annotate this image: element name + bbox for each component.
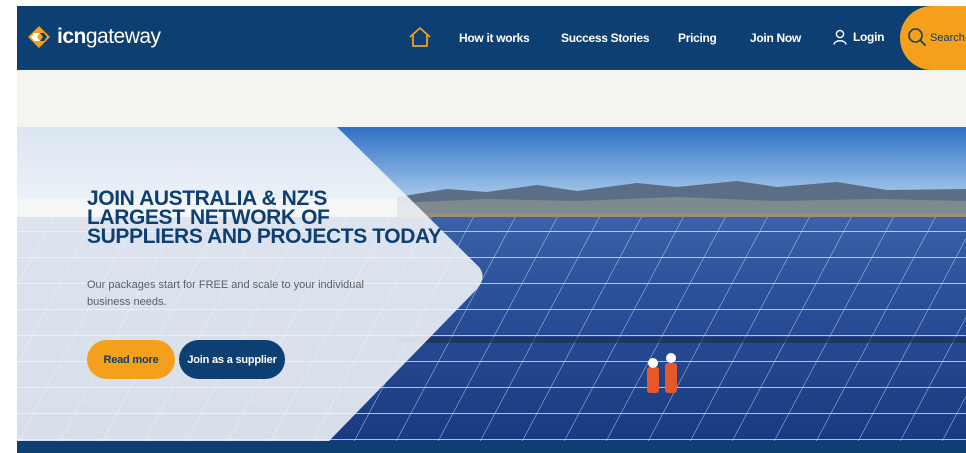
nav-how-it-works[interactable]: How it works xyxy=(459,31,530,45)
icn-gateway-logo[interactable]: icngateway xyxy=(27,25,161,49)
top-navigation: icngateway How it works Success Stories … xyxy=(17,6,966,70)
search-icon xyxy=(908,28,927,47)
user-icon xyxy=(833,29,847,45)
nav-join-now[interactable]: Join Now xyxy=(750,31,801,45)
page-frame: icngateway How it works Success Stories … xyxy=(17,6,966,453)
bottom-band xyxy=(17,441,966,453)
nav-success-stories[interactable]: Success Stories xyxy=(561,31,650,45)
hero-subtitle: Our packages start for FREE and scale to… xyxy=(87,279,364,308)
hero-banner: JOIN AUSTRALIA & NZ'S LARGEST NETWORK OF… xyxy=(17,127,966,441)
logo-wordmark: icngateway xyxy=(57,25,161,48)
search-label: Search xyxy=(930,32,965,44)
read-more-button[interactable]: Read more xyxy=(87,340,175,379)
login-label: Login xyxy=(853,30,885,44)
search-button[interactable]: Search xyxy=(900,6,966,70)
nav-pricing[interactable]: Pricing xyxy=(678,31,717,45)
login-link[interactable]: Login xyxy=(833,29,884,45)
home-icon[interactable] xyxy=(408,25,432,49)
hero-title-line: SUPPLIERS AND PROJECTS TODAY xyxy=(87,225,442,248)
hero-title: JOIN AUSTRALIA & NZ'S LARGEST NETWORK OF… xyxy=(87,188,442,248)
icn-diamond-logo-icon xyxy=(28,26,50,48)
join-as-supplier-button[interactable]: Join as a supplier xyxy=(179,340,285,379)
